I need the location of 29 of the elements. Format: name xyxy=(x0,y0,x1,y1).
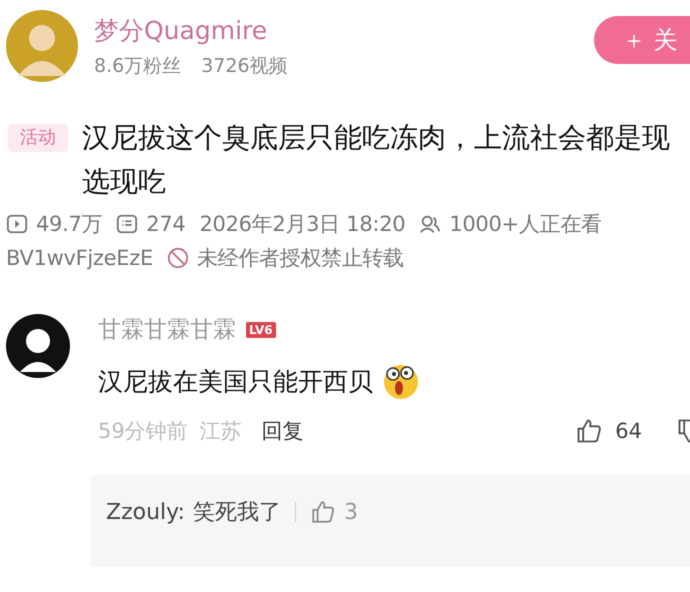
follow-button[interactable]: ＋ 关 xyxy=(594,16,690,64)
like-count: 3 xyxy=(344,500,358,524)
prohibited-icon xyxy=(166,247,189,269)
view-count: 49.7万 xyxy=(36,211,102,238)
reply-text: 笑死我了 xyxy=(192,499,281,527)
like-count: 64 xyxy=(615,419,642,443)
like-icon[interactable] xyxy=(575,417,604,445)
publish-date: 2026年2月3日 18:20 xyxy=(199,211,406,238)
activity-tag[interactable]: 活动 xyxy=(8,124,68,152)
video-id: BV1wvFjzeEzE xyxy=(6,246,153,270)
level-badge: LV6 xyxy=(246,322,276,338)
reply-user[interactable]: Zzouly: xyxy=(106,500,185,524)
play-icon xyxy=(6,213,28,235)
avatar-icon[interactable] xyxy=(6,314,70,378)
like-icon[interactable] xyxy=(310,499,336,525)
video-count: 3726视频 xyxy=(201,54,288,78)
people-icon xyxy=(419,213,442,235)
danmaku-count: 274 xyxy=(146,212,186,236)
danmaku-icon xyxy=(116,213,138,235)
watching-count: 1000+人正在看 xyxy=(449,211,602,238)
comment-time: 59分钟前 xyxy=(98,418,188,445)
follower-count: 8.6万粉丝 xyxy=(94,54,182,78)
comment-text: 汉尼拔在美国只能开西贝 xyxy=(98,366,373,398)
copyright-notice: 未经作者授权禁止转载 xyxy=(196,245,404,272)
reply-link[interactable]: 回复 xyxy=(262,417,304,445)
video-title: 汉尼拔这个臭底层只能吃冻肉，上流社会都是现选现吃 xyxy=(82,120,670,200)
commenter-name[interactable]: 甘霖甘霖甘霖 xyxy=(98,314,236,345)
comment-location: 江苏 xyxy=(200,418,242,445)
uploader-name[interactable]: 梦分Quagmire xyxy=(94,14,288,46)
